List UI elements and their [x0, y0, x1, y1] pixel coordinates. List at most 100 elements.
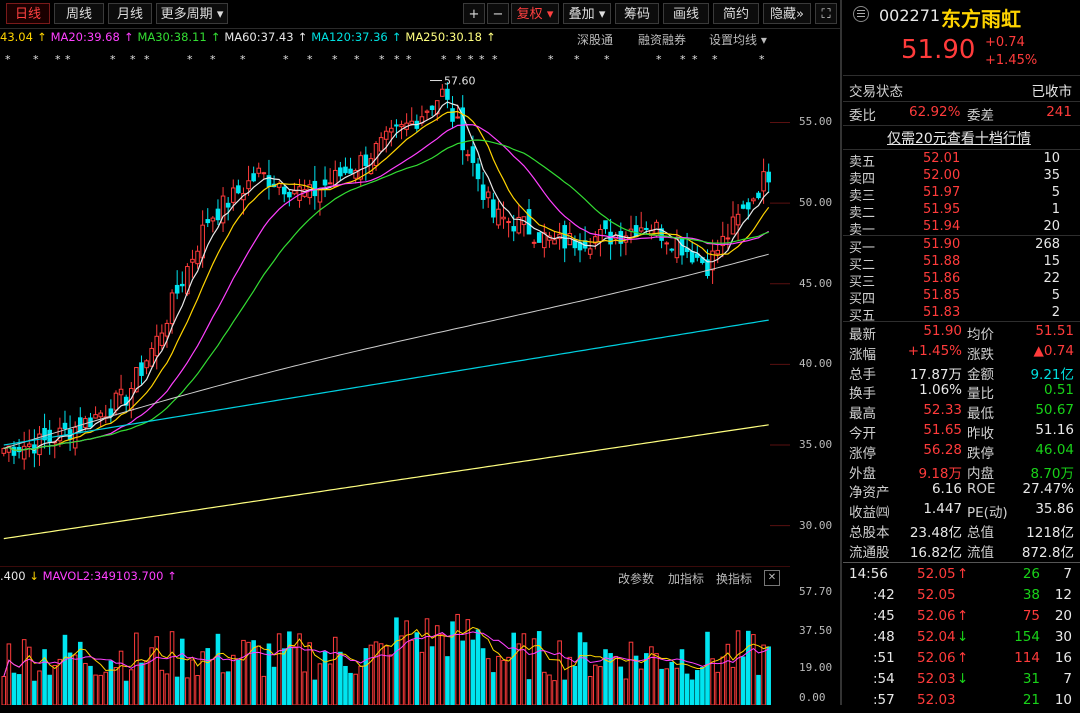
- adjust-dropdown[interactable]: 复权 ▾: [511, 3, 559, 24]
- link-margin[interactable]: 融资融券: [638, 31, 686, 48]
- candle[interactable]: [409, 120, 415, 125]
- candle[interactable]: [179, 283, 185, 287]
- candle[interactable]: [195, 250, 200, 265]
- add-indicator-link[interactable]: 加指标: [668, 570, 704, 587]
- candle[interactable]: [638, 227, 644, 232]
- candle[interactable]: [761, 171, 766, 192]
- candle[interactable]: [281, 186, 287, 195]
- candle[interactable]: [205, 219, 211, 224]
- candle[interactable]: [756, 192, 761, 199]
- candle[interactable]: [491, 199, 496, 218]
- tick-row[interactable]: :51 52.06 ↑ 114 16: [843, 650, 1080, 671]
- candle[interactable]: [113, 392, 119, 411]
- book-row[interactable]: 卖五 52.01 10: [843, 151, 1080, 170]
- candle[interactable]: [190, 258, 195, 263]
- candle[interactable]: [679, 238, 685, 256]
- candle[interactable]: [230, 187, 236, 203]
- event-marker-icon[interactable]: *: [283, 53, 289, 66]
- candle[interactable]: [144, 360, 149, 369]
- book-row[interactable]: 卖一 51.94 20: [843, 219, 1080, 238]
- candle[interactable]: [445, 88, 450, 100]
- book-row[interactable]: 买五 51.83 2: [843, 305, 1080, 324]
- candle[interactable]: [322, 179, 328, 186]
- candle[interactable]: [149, 347, 154, 367]
- menu-icon[interactable]: [853, 6, 869, 22]
- candle[interactable]: [246, 180, 251, 190]
- candle[interactable]: [740, 204, 746, 209]
- event-marker-icon[interactable]: *: [332, 53, 338, 66]
- fullscreen-icon[interactable]: ⛶: [815, 3, 837, 24]
- candle[interactable]: [664, 242, 669, 245]
- candle[interactable]: [562, 225, 567, 249]
- candle[interactable]: [363, 154, 369, 167]
- book-row[interactable]: 买一 51.90 268: [843, 237, 1080, 256]
- candle[interactable]: [394, 124, 399, 127]
- zoom-out-button[interactable]: −: [487, 3, 509, 24]
- candle[interactable]: [501, 216, 506, 220]
- candle[interactable]: [11, 446, 17, 456]
- candle[interactable]: [215, 208, 221, 221]
- candle[interactable]: [730, 216, 736, 235]
- event-marker-icon[interactable]: *: [441, 53, 447, 66]
- candle[interactable]: [287, 191, 292, 198]
- event-marker-icon[interactable]: *: [406, 53, 412, 66]
- candle[interactable]: [251, 173, 256, 182]
- book-row[interactable]: 买四 51.85 5: [843, 288, 1080, 307]
- candle[interactable]: [62, 422, 68, 430]
- link-shenggutong[interactable]: 深股通: [577, 31, 613, 48]
- event-marker-icon[interactable]: *: [394, 53, 400, 66]
- candle[interactable]: [389, 127, 394, 133]
- candle[interactable]: [735, 213, 741, 226]
- event-marker-icon[interactable]: *: [130, 53, 136, 66]
- event-marker-icon[interactable]: *: [468, 53, 474, 66]
- candle[interactable]: [552, 239, 557, 245]
- event-marker-icon[interactable]: *: [680, 53, 686, 66]
- event-marker-icon[interactable]: *: [456, 53, 462, 66]
- candle[interactable]: [98, 412, 103, 418]
- book-row[interactable]: 卖三 51.97 5: [843, 185, 1080, 204]
- event-marker-icon[interactable]: *: [656, 53, 662, 66]
- candle[interactable]: [531, 241, 537, 244]
- book-row[interactable]: 买三 51.86 22: [843, 271, 1080, 290]
- event-marker-icon[interactable]: *: [110, 53, 116, 66]
- candle[interactable]: [674, 238, 680, 259]
- candle[interactable]: [440, 88, 445, 97]
- candle[interactable]: [317, 189, 323, 203]
- candle[interactable]: [210, 217, 216, 222]
- candle[interactable]: [450, 108, 455, 122]
- candle[interactable]: [225, 202, 231, 208]
- tick-row[interactable]: :48 52.04 ↓ 154 30: [843, 629, 1080, 650]
- candle[interactable]: [343, 166, 348, 174]
- candle[interactable]: [766, 171, 771, 183]
- candle[interactable]: [470, 146, 476, 163]
- candle[interactable]: [327, 182, 333, 185]
- candle[interactable]: [26, 443, 32, 447]
- link-ma-settings[interactable]: 设置均线 ▾: [709, 31, 767, 48]
- candle[interactable]: [358, 155, 364, 180]
- simple-button[interactable]: 简约: [713, 3, 759, 24]
- candle[interactable]: [93, 414, 98, 419]
- draw-line-button[interactable]: 画线: [663, 3, 709, 24]
- candle[interactable]: [200, 224, 205, 259]
- candle[interactable]: [348, 168, 353, 174]
- event-marker-icon[interactable]: *: [379, 53, 385, 66]
- tab-monthly[interactable]: 月线: [108, 3, 152, 24]
- tab-daily[interactable]: 日线: [6, 3, 50, 24]
- event-marker-icon[interactable]: *: [33, 53, 39, 66]
- candle[interactable]: [256, 167, 262, 174]
- event-marker-icon[interactable]: *: [55, 53, 61, 66]
- candle[interactable]: [496, 208, 501, 226]
- candle[interactable]: [536, 232, 542, 243]
- event-marker-icon[interactable]: *: [692, 53, 698, 66]
- event-marker-icon[interactable]: *: [574, 53, 580, 66]
- candle[interactable]: [154, 335, 160, 357]
- candle[interactable]: [338, 167, 343, 177]
- event-marker-icon[interactable]: *: [712, 53, 718, 66]
- candle[interactable]: [236, 185, 241, 194]
- candle[interactable]: [159, 332, 165, 346]
- event-marker-icon[interactable]: *: [354, 53, 360, 66]
- event-marker-icon[interactable]: *: [187, 53, 193, 66]
- candle[interactable]: [485, 191, 491, 199]
- candle[interactable]: [715, 249, 720, 255]
- event-marker-icon[interactable]: *: [479, 53, 485, 66]
